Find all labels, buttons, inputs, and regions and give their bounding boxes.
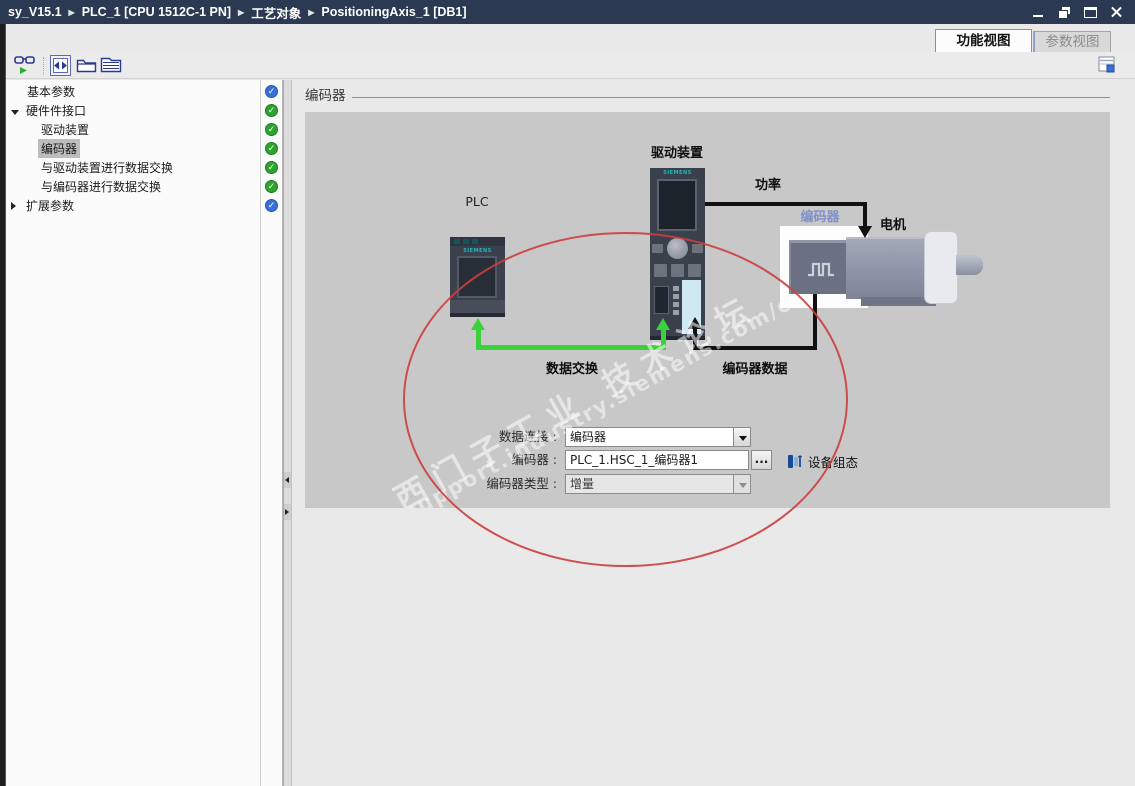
- tree-item-label: 与编码器进行数据交换: [41, 180, 162, 194]
- encoder-image: [789, 240, 849, 294]
- breadcrumb-plc[interactable]: PLC_1 [CPU 1512C-1 PN]: [82, 5, 231, 19]
- tree-item-hardware-interface[interactable]: 硬件件接口 ✓: [6, 101, 282, 120]
- power-line: [705, 202, 867, 206]
- encoder-type-value: 增量: [570, 477, 595, 491]
- tree-item-label: 基本参数: [27, 85, 76, 99]
- breadcrumb-positioning-axis[interactable]: PositioningAxis_1 [DB1]: [321, 5, 466, 19]
- page-title: 编码器: [305, 88, 346, 104]
- expander-expand-icon[interactable]: [11, 199, 23, 213]
- plc-label: PLC: [465, 194, 489, 209]
- drive-label: 驱动装置: [650, 146, 703, 161]
- siemens-brand-label: SIEMENS: [663, 170, 692, 176]
- data-connection-select[interactable]: 编码器: [565, 427, 751, 447]
- encoder-diagram: 驱动装置 PLC 功率 编码器 电机 数据交换 编码器数据 SIEMENS SI…: [305, 112, 1110, 508]
- drive-screen: [657, 179, 697, 231]
- tab-function-view[interactable]: 功能视图: [935, 29, 1032, 53]
- parameter-panel-icon[interactable]: [1098, 56, 1116, 74]
- status-check-icon: ✓: [265, 104, 278, 117]
- title-bar: sy_V15.1 ▶ PLC_1 [CPU 1512C-1 PN] ▶ 工艺对象…: [0, 0, 1135, 24]
- drive-io-block: [654, 286, 669, 314]
- tab-parameter-view[interactable]: 参数视图: [1033, 31, 1111, 53]
- dropdown-arrow-icon[interactable]: [733, 428, 750, 446]
- status-check-icon: ✓: [265, 123, 278, 136]
- encoder-diagram-label: 编码器: [800, 210, 840, 225]
- window-controls: [1032, 6, 1135, 19]
- siemens-brand-label: SIEMENS: [463, 248, 492, 254]
- device-configuration-link[interactable]: 设备组态: [787, 452, 858, 471]
- data-connection-value: 编码器: [570, 430, 607, 444]
- tree-item-label: 驱动装置: [41, 123, 90, 137]
- dropdown-arrow-icon: [733, 475, 750, 493]
- collapse-left-button[interactable]: [284, 472, 291, 488]
- encoder-type-label: 编码器类型 :: [486, 476, 557, 491]
- data-connection-label: 数据连接 :: [498, 429, 557, 444]
- heading-rule: [352, 97, 1110, 98]
- encoder-data-line: [693, 328, 697, 350]
- breadcrumb-separator-icon: ▶: [238, 7, 245, 17]
- encoder-data-line: [695, 346, 817, 350]
- motor-flange-image: [924, 231, 958, 304]
- tree-item-drive-data-exchange[interactable]: 与驱动装置进行数据交换 ✓: [6, 158, 282, 177]
- tree-item-label: 硬件件接口: [26, 104, 87, 118]
- toolbar: [6, 52, 1135, 79]
- plc-device-image: SIEMENS: [450, 237, 505, 317]
- breadcrumb-technology-objects[interactable]: 工艺对象: [251, 3, 301, 22]
- drive-knob: [667, 238, 688, 259]
- encoder-field-label: 编码器 :: [511, 452, 557, 467]
- close-button[interactable]: [1110, 7, 1123, 18]
- minimize-button[interactable]: [1032, 7, 1045, 18]
- status-check-icon: ✓: [265, 199, 278, 212]
- panel-splitter[interactable]: [283, 80, 292, 786]
- tree-item-encoder-data-exchange[interactable]: 与编码器进行数据交换 ✓: [6, 177, 282, 196]
- plc-screen: [457, 256, 497, 298]
- tree-item-encoder[interactable]: 编码器 ✓: [6, 139, 282, 158]
- status-check-icon: ✓: [265, 142, 278, 155]
- encoder-type-select: 增量: [565, 474, 751, 494]
- monitor-glasses-icon[interactable]: [14, 55, 38, 76]
- drive-keypad: [654, 264, 701, 277]
- data-exchange-line: [661, 329, 666, 349]
- breadcrumb-separator-icon: ▶: [68, 7, 75, 17]
- encoder-data-label: 编码器数据: [722, 362, 788, 377]
- pulse-signal-icon: [808, 262, 834, 277]
- power-arrow-icon: [858, 226, 872, 238]
- breadcrumb-separator-icon: ▶: [308, 7, 315, 17]
- motor-body-image: [846, 237, 933, 299]
- motor-shaft-image: [956, 255, 983, 275]
- power-line: [863, 202, 867, 228]
- encoder-data-line: [813, 294, 817, 350]
- encoder-input[interactable]: PLC_1.HSC_1_编码器1: [565, 450, 749, 470]
- status-check-icon: ✓: [265, 161, 278, 174]
- expander-collapse-icon[interactable]: [11, 104, 23, 118]
- collapse-right-button[interactable]: [284, 504, 291, 520]
- restore-button[interactable]: [1058, 6, 1071, 19]
- open-all-folder-icon[interactable]: [76, 55, 98, 74]
- tree-item-drive-device[interactable]: 驱动装置 ✓: [6, 120, 282, 139]
- data-exchange-label: 数据交换: [545, 362, 598, 377]
- toolbar-separator: [43, 57, 44, 75]
- close-all-folder-icon[interactable]: [100, 55, 122, 74]
- browse-button[interactable]: ...: [751, 450, 772, 470]
- status-check-icon: ✓: [265, 85, 278, 98]
- data-exchange-line: [476, 345, 666, 350]
- status-check-icon: ✓: [265, 180, 278, 193]
- device-configuration-label: 设备组态: [808, 455, 859, 470]
- sync-split-view-icon[interactable]: [50, 55, 71, 76]
- tree-item-extended-parameters[interactable]: 扩展参数 ✓: [6, 196, 282, 215]
- power-label: 功率: [754, 178, 781, 193]
- tree-item-basic-parameters[interactable]: 基本参数 ✓: [6, 82, 282, 101]
- tree-item-label: 编码器: [38, 139, 81, 158]
- device-configuration-icon: [788, 455, 803, 468]
- navigation-tree: 基本参数 ✓ 硬件件接口 ✓ 驱动装置 ✓ 编码器 ✓ 与驱动装置进行数据交换 …: [6, 80, 283, 786]
- maximize-button[interactable]: [1084, 6, 1097, 18]
- encoder-value: PLC_1.HSC_1_编码器1: [570, 453, 699, 467]
- data-exchange-arrow-icon: [656, 318, 670, 330]
- drive-device-image: SIEMENS: [650, 168, 705, 340]
- tree-item-label: 与驱动装置进行数据交换: [41, 161, 174, 175]
- encoder-data-arrow-icon: [688, 317, 702, 329]
- breadcrumb-project[interactable]: sy_V15.1: [8, 5, 62, 19]
- tree-item-label: 扩展参数: [26, 199, 75, 213]
